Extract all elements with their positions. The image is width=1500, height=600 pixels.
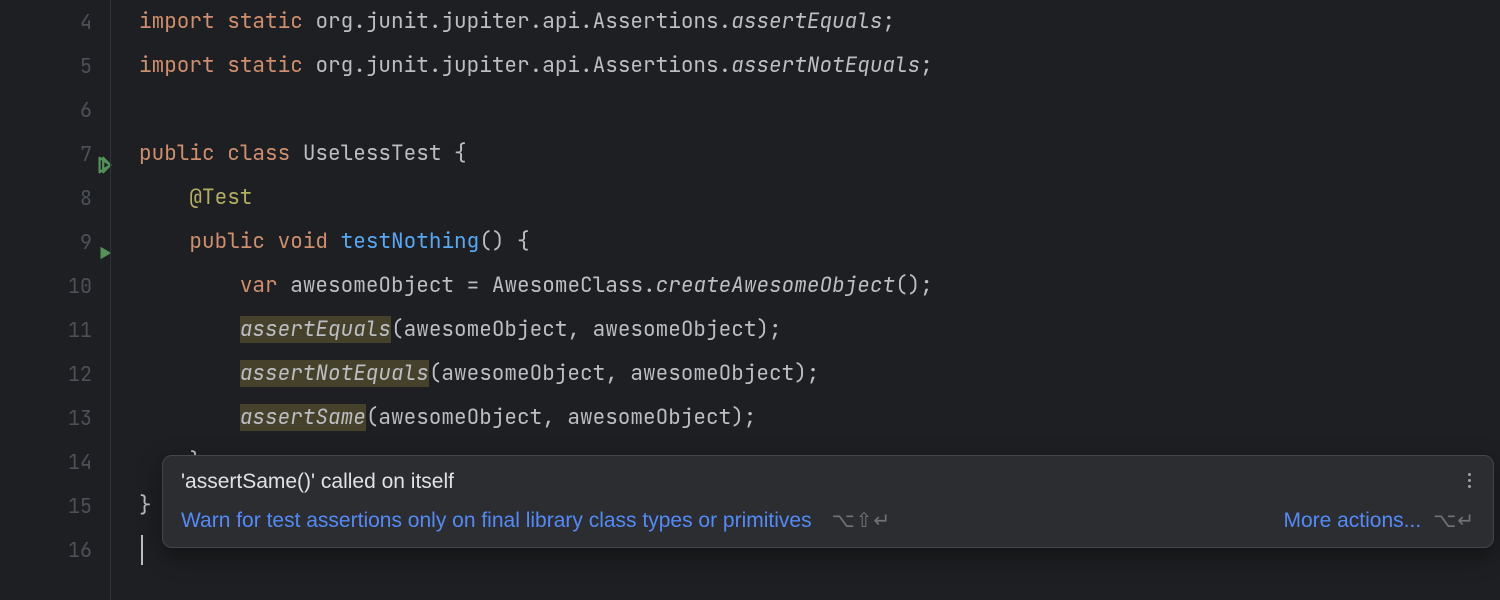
caret (141, 535, 143, 565)
inspection-tooltip[interactable]: 'assertSame()' called on itself Warn for… (162, 455, 1494, 548)
keyword: static (227, 52, 303, 79)
quick-fix-link[interactable]: Warn for test assertions only on final l… (181, 509, 812, 533)
keyword: import (139, 52, 215, 79)
line-number: 16 (0, 528, 92, 572)
keyword: static (227, 8, 303, 35)
keyword: class (227, 140, 290, 167)
inspection-warning[interactable]: assertNotEquals (240, 360, 429, 387)
annotation: @Test (189, 184, 252, 211)
punct: = (454, 272, 492, 299)
line-number-text: 9 (80, 229, 92, 255)
line-number: 12 (0, 352, 92, 396)
line-number: 4 (0, 0, 92, 44)
line-number: 11 (0, 308, 92, 352)
line-number: 14 (0, 440, 92, 484)
more-actions-link[interactable]: More actions... (1283, 509, 1421, 533)
kebab-menu-icon[interactable] (1459, 468, 1479, 492)
punct: (awesomeObject, awesomeObject); (391, 316, 782, 343)
keyword: import (139, 8, 215, 35)
line-number: 5 (0, 44, 92, 88)
line-number-text: 7 (80, 141, 92, 167)
variable: awesomeObject (290, 272, 454, 299)
code-line[interactable]: import static org.junit.jupiter.api.Asse… (139, 0, 1500, 44)
class-name: UselessTest (303, 140, 442, 167)
code-line[interactable]: var awesomeObject = AwesomeClass.createA… (139, 264, 1500, 308)
package-path: org.junit.jupiter.api.Assertions. (315, 52, 731, 79)
punct: (awesomeObject, awesomeObject); (366, 404, 757, 431)
punct: ; (920, 52, 933, 79)
line-number: 6 (0, 88, 92, 132)
inspection-warning[interactable]: assertSame (240, 404, 366, 431)
code-line[interactable] (139, 88, 1500, 132)
keyword: void (278, 228, 328, 255)
punct: (awesomeObject, awesomeObject); (429, 360, 820, 387)
punct: { (441, 140, 466, 167)
code-line[interactable]: public void testNothing() { (139, 220, 1500, 264)
package-path: org.junit.jupiter.api.Assertions. (315, 8, 731, 35)
line-number: 15 (0, 484, 92, 528)
line-number: 8 (0, 176, 92, 220)
code-line[interactable]: assertNotEquals(awesomeObject, awesomeOb… (139, 352, 1500, 396)
class-ref: AwesomeClass. (492, 272, 656, 299)
method-call: createAwesomeObject (656, 272, 895, 299)
static-member: assertNotEquals (731, 52, 920, 79)
line-number: 13 (0, 396, 92, 440)
method-name: testNothing (341, 228, 480, 255)
shortcut-hint: ⌥⇧↵ (832, 508, 892, 533)
static-member: assertEquals (731, 8, 882, 35)
punct: ; (882, 8, 895, 35)
code-line[interactable]: public class UselessTest { (139, 132, 1500, 176)
keyword: public (139, 140, 215, 167)
code-line[interactable]: @Test (139, 176, 1500, 220)
keyword: public (189, 228, 265, 255)
gutter: 4 5 6 7 8 9 10 11 12 13 14 15 16 (0, 0, 110, 600)
shortcut-hint: ⌥↵ (1433, 508, 1475, 533)
punct: } (139, 492, 152, 519)
code-line[interactable]: import static org.junit.jupiter.api.Asse… (139, 44, 1500, 88)
punct: () { (479, 228, 529, 255)
code-line[interactable]: assertEquals(awesomeObject, awesomeObjec… (139, 308, 1500, 352)
line-number: 10 (0, 264, 92, 308)
keyword: var (240, 272, 278, 299)
line-number: 7 (0, 132, 92, 176)
punct: (); (895, 272, 933, 299)
tooltip-title: 'assertSame()' called on itself (181, 470, 1475, 494)
code-line[interactable]: assertSame(awesomeObject, awesomeObject)… (139, 396, 1500, 440)
inspection-warning[interactable]: assertEquals (240, 316, 391, 343)
line-number: 9 (0, 220, 92, 264)
